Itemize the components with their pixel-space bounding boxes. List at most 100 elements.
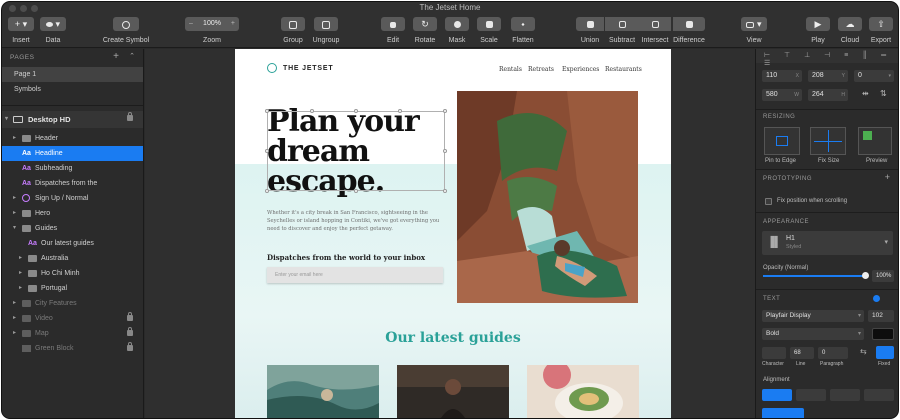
align-right-button[interactable]	[830, 389, 860, 401]
opacity-field[interactable]: 100%	[872, 270, 894, 282]
canvas[interactable]: THE JETSET Rentals Retreats Experiences …	[145, 49, 755, 418]
group-button[interactable]: Group	[278, 17, 308, 44]
hero-image[interactable]	[457, 91, 638, 303]
disclosure-arrow-icon[interactable]: ▸	[13, 206, 16, 221]
text-settings-icon[interactable]	[873, 295, 880, 302]
resize-handle[interactable]	[265, 109, 269, 113]
rotate-button[interactable]: ↻ Rotate	[411, 17, 439, 44]
create-symbol-button[interactable]: Create Symbol	[100, 17, 152, 44]
layer-header[interactable]: ▸ Header	[2, 131, 143, 146]
guide-thumbnail-portugal[interactable]	[527, 365, 639, 418]
resize-handle[interactable]	[443, 189, 447, 193]
opacity-slider-knob[interactable]	[862, 272, 869, 279]
fix-size-control[interactable]	[810, 127, 846, 155]
disclosure-arrow-icon[interactable]: ▸	[13, 131, 16, 146]
mask-button[interactable]: Mask	[443, 17, 471, 44]
nav-link-rentals[interactable]: Rentals	[499, 66, 522, 73]
guide-thumbnail-ho-chi-minh[interactable]	[397, 365, 509, 418]
page-item-page-1[interactable]: Page 1	[2, 67, 143, 82]
export-button[interactable]: ⇧ Export	[867, 17, 895, 44]
fix-position-checkbox[interactable]	[765, 198, 772, 205]
collapse-pages-icon[interactable]: ⌃	[129, 52, 135, 60]
disclosure-arrow-icon[interactable]: ▾	[5, 111, 8, 128]
page-item-symbols[interactable]: Symbols	[2, 82, 143, 97]
align-center-button[interactable]	[796, 389, 826, 401]
layer-australia[interactable]: ▸ Australia	[2, 251, 143, 266]
rotation-stepper-icon[interactable]: ▾	[888, 70, 891, 82]
resize-handle[interactable]	[443, 109, 447, 113]
layer-dispatches[interactable]: Aa Dispatches from the	[2, 176, 143, 191]
disclosure-arrow-icon[interactable]: ▾	[13, 221, 16, 236]
nav-link-retreats[interactable]: Retreats	[528, 66, 554, 73]
y-position-field[interactable]: 208 Y	[808, 70, 848, 82]
layer-sign-up[interactable]: ▸ Sign Up / Normal	[2, 191, 143, 206]
add-page-icon[interactable]: +	[113, 51, 119, 62]
resize-handle[interactable]	[310, 109, 314, 113]
resize-handle[interactable]	[265, 149, 269, 153]
data-button[interactable]: ▾ Data	[38, 17, 68, 44]
layer-subheading[interactable]: Aa Subheading	[2, 161, 143, 176]
layer-green-block[interactable]: Green Block	[2, 341, 143, 356]
align-justify-button[interactable]	[864, 389, 894, 401]
x-position-field[interactable]: 110 X	[762, 70, 802, 82]
rotation-field[interactable]: 0 ▾	[854, 70, 894, 82]
zoom-control[interactable]: – 100% + Zoom	[184, 17, 240, 44]
difference-button[interactable]: Difference	[671, 17, 707, 44]
resize-handle[interactable]	[398, 109, 402, 113]
layer-our-latest-guides[interactable]: Aa Our latest guides	[2, 236, 143, 251]
fixed-width-icon[interactable]	[876, 346, 894, 359]
scale-button[interactable]: Scale	[475, 17, 503, 44]
vertical-align-top-button[interactable]	[762, 408, 804, 418]
layer-portugal[interactable]: ▸ Portugal	[2, 281, 143, 296]
zoom-out-icon[interactable]: –	[189, 17, 193, 31]
nav-link-restaurants[interactable]: Restaurants	[605, 66, 642, 73]
paragraph-spacing-field[interactable]: 0	[818, 347, 848, 359]
line-height-field[interactable]: 68	[790, 347, 814, 359]
disclosure-arrow-icon[interactable]: ▸	[19, 251, 22, 266]
lock-icon[interactable]	[127, 342, 133, 351]
align-icons[interactable]: ⊢ ⊤ ⊥ ⊣ ≡ ║ ═ ☰	[764, 51, 898, 67]
cloud-button[interactable]: ☁ Cloud	[836, 17, 864, 44]
guide-thumbnail-australia[interactable]	[267, 365, 379, 418]
layer-hero[interactable]: ▸ Hero	[2, 206, 143, 221]
disclosure-arrow-icon[interactable]: ▸	[19, 281, 22, 296]
height-field[interactable]: 264 H	[808, 89, 848, 101]
view-button[interactable]: ▾ View	[739, 17, 769, 44]
align-left-button[interactable]	[762, 389, 792, 401]
font-size-field[interactable]: 102	[868, 310, 894, 322]
layer-headline[interactable]: Aa Headline	[2, 146, 143, 161]
disclosure-arrow-icon[interactable]: ▸	[13, 191, 16, 206]
lock-icon[interactable]	[127, 327, 133, 336]
resize-handle[interactable]	[265, 189, 269, 193]
artboard-desktop-hd[interactable]: THE JETSET Rentals Retreats Experiences …	[235, 49, 671, 418]
layer-video[interactable]: ▸ Video	[2, 311, 143, 326]
edit-button[interactable]: Edit	[379, 17, 407, 44]
resize-handle[interactable]	[354, 189, 358, 193]
font-family-dropdown[interactable]: Playfair Display ▾	[762, 310, 864, 322]
disclosure-arrow-icon[interactable]: ▸	[19, 266, 22, 281]
play-button[interactable]: ▶ Play	[804, 17, 832, 44]
pin-to-edge-control[interactable]	[764, 127, 800, 155]
intersect-button[interactable]: Intersect	[639, 17, 671, 44]
layer-guides[interactable]: ▾ Guides	[2, 221, 143, 236]
disclosure-arrow-icon[interactable]: ▸	[13, 296, 16, 311]
text-color-swatch[interactable]	[872, 328, 894, 340]
layer-city-features[interactable]: ▸ City Features	[2, 296, 143, 311]
zoom-in-icon[interactable]: +	[231, 17, 235, 31]
subtract-button[interactable]: Subtract	[605, 17, 639, 44]
layer-map[interactable]: ▸ Map	[2, 326, 143, 341]
insert-button[interactable]: + ▾ Insert	[6, 17, 36, 44]
auto-width-icon[interactable]: ⇆	[860, 347, 867, 356]
width-field[interactable]: 580 W	[762, 89, 802, 101]
disclosure-arrow-icon[interactable]: ▸	[13, 326, 16, 341]
resize-handle[interactable]	[443, 149, 447, 153]
character-spacing-field[interactable]	[762, 347, 786, 359]
add-prototyping-icon[interactable]: +	[885, 172, 890, 182]
flip-horizontal-icon[interactable]: ⇹	[862, 89, 869, 98]
flatten-button[interactable]: ⬩ Flatten	[507, 17, 539, 44]
text-style-dropdown[interactable]: ▐▌ H1 Styled ▾	[762, 231, 893, 255]
zoom-value-box[interactable]: – 100% +	[185, 17, 239, 31]
resize-handle[interactable]	[354, 109, 358, 113]
layer-ho-chi-minh[interactable]: ▸ Ho Chi Minh	[2, 266, 143, 281]
font-weight-dropdown[interactable]: Bold ▾	[762, 328, 864, 340]
